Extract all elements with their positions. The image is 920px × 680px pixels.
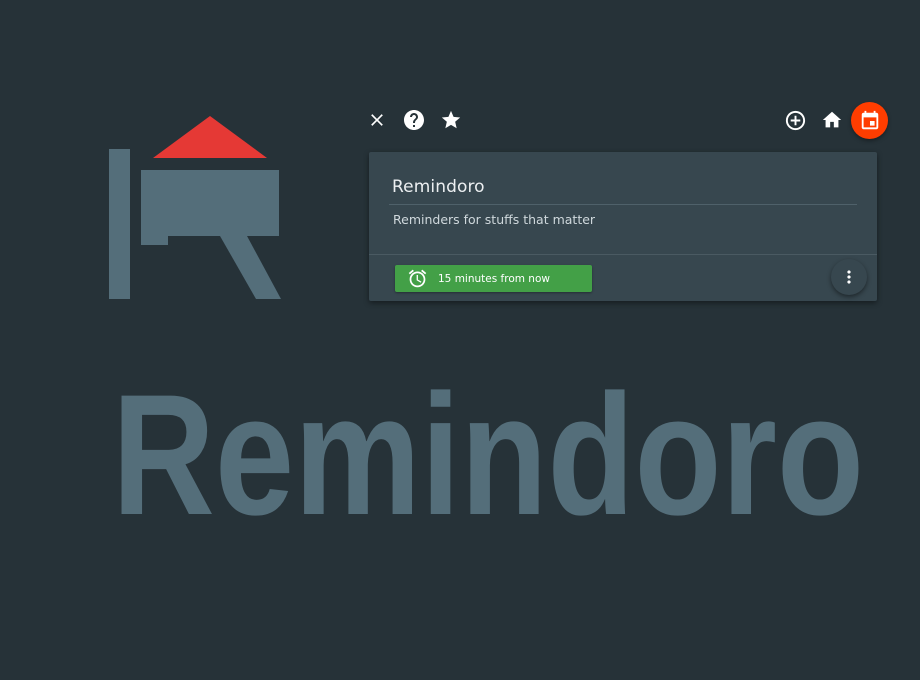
remindoro-logo [105,112,285,302]
calendar-button[interactable] [851,102,888,139]
reminder-title[interactable]: Remindoro [392,177,485,197]
reminder-description[interactable]: Reminders for stuffs that matter [393,212,595,227]
reminder-menu-button[interactable] [831,259,867,295]
wordmark-text: Remindoro [112,372,864,532]
home-button[interactable] [817,105,847,135]
favorite-button[interactable] [436,105,466,135]
calendar-icon [861,110,878,129]
alarm-clock-icon [406,268,428,290]
add-reminder-button[interactable] [780,105,810,135]
reminder-due-chip[interactable]: 15 minutes from now [395,265,592,292]
close-button[interactable] [362,105,392,135]
help-icon [404,110,424,130]
reminder-card[interactable]: Remindoro Reminders for stuffs that matt… [369,152,877,301]
add-circle-icon [785,110,805,130]
more-vertical-icon [847,270,851,284]
due-time-label: 15 minutes from now [438,272,550,285]
app-window: Remindoro Remindoro Reminders for stuffs… [0,0,920,680]
help-button[interactable] [399,105,429,135]
home-icon [822,111,842,128]
title-divider [389,204,857,205]
star-icon [441,110,461,129]
close-icon [371,114,383,126]
card-divider [369,254,877,255]
remindoro-wordmark: Remindoro [112,372,864,532]
